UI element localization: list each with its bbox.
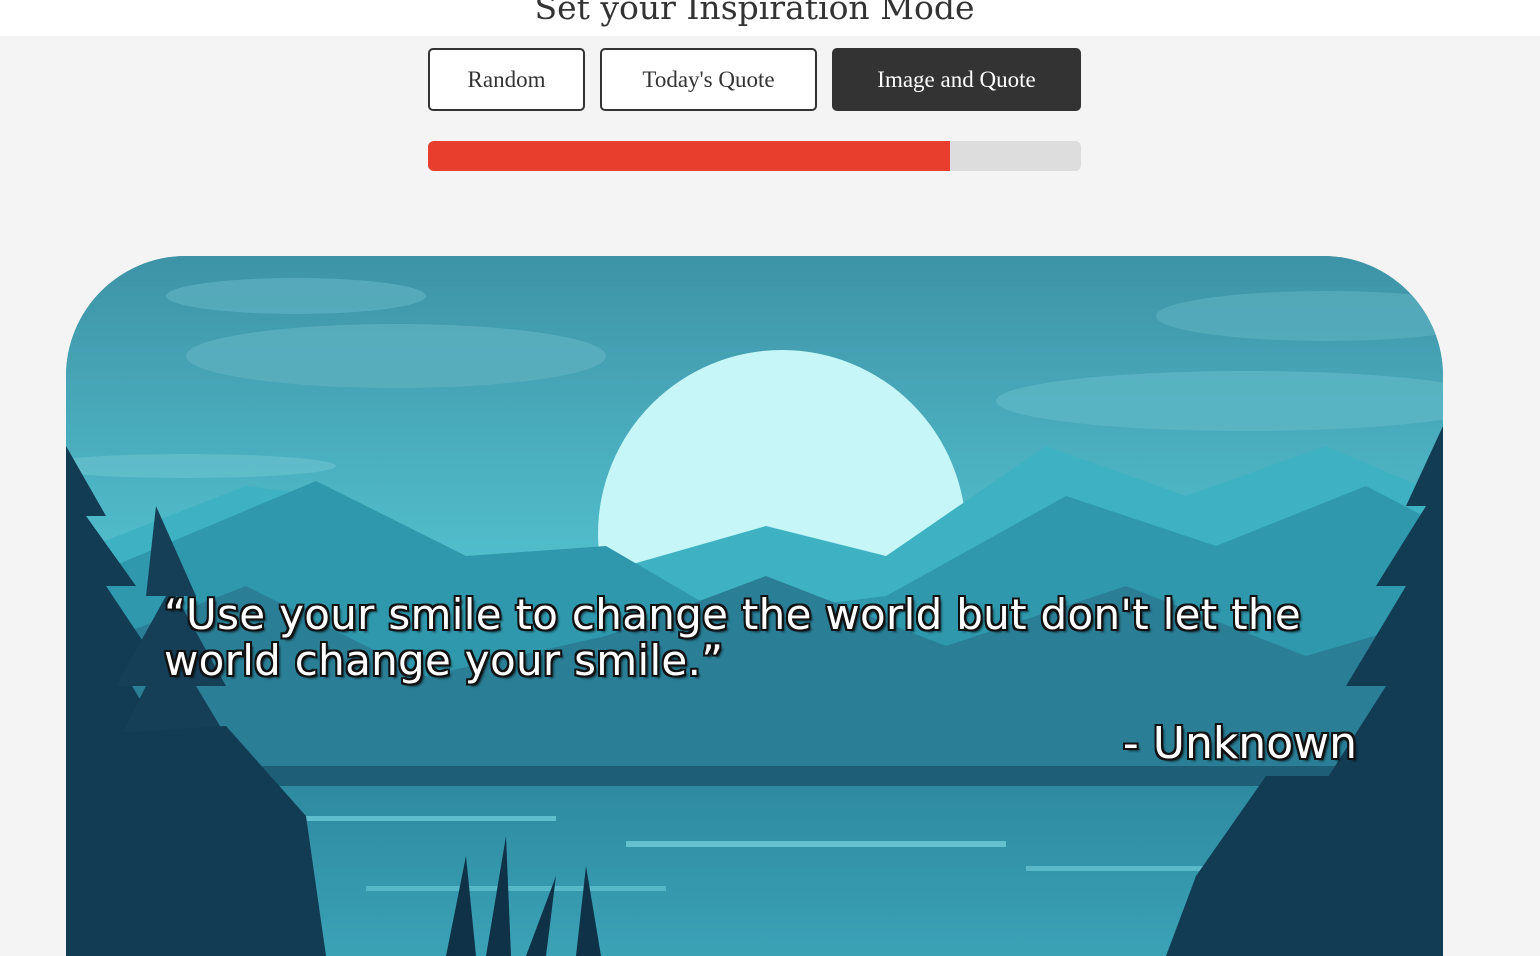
progress-bar [428, 141, 1081, 171]
image-and-quote-button[interactable]: Image and Quote [832, 48, 1081, 111]
random-button[interactable]: Random [428, 48, 585, 111]
progress-bar-fill [428, 141, 951, 171]
quote-text: “Use your smile to change the world but … [164, 590, 1301, 685]
quote-image-card: “Use your smile to change the world but … [66, 256, 1443, 956]
quote-author: - Unknown [1122, 718, 1357, 769]
page-title: Set your Inspiration Mode [534, 0, 975, 27]
todays-quote-button[interactable]: Today's Quote [600, 48, 817, 111]
